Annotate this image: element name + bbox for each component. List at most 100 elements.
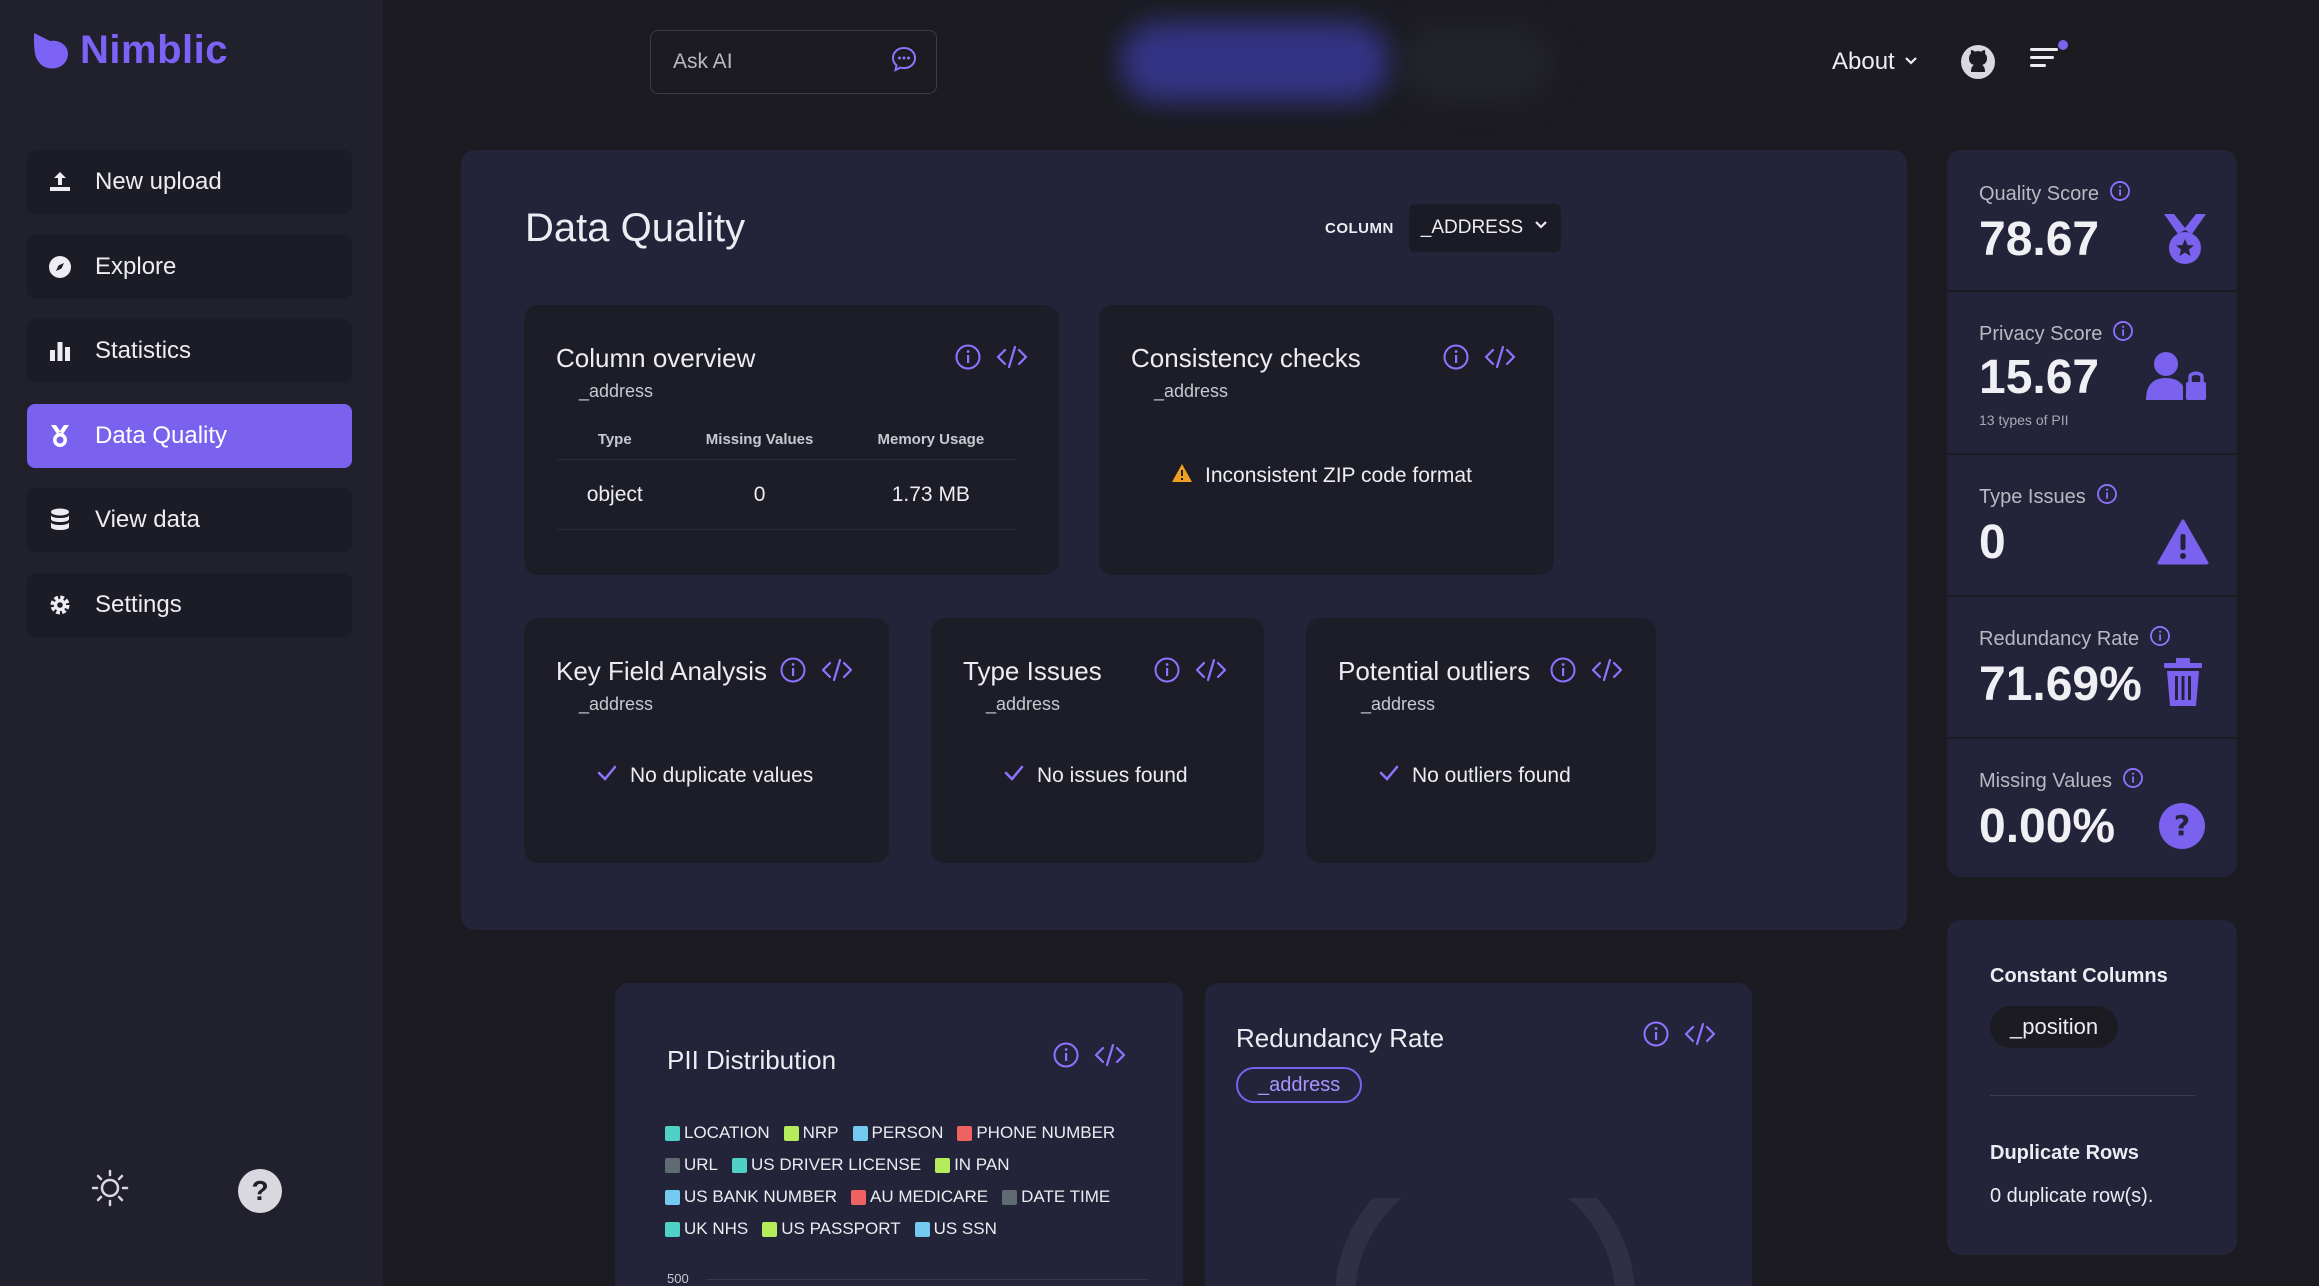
- legend-item[interactable]: US BANK NUMBER: [665, 1187, 837, 1207]
- metric-value: 0: [1979, 516, 2006, 569]
- legend-swatch: [1002, 1189, 1018, 1205]
- pii-distribution-card: PII Distribution LOCATION NRP PERSON PHONE …: [615, 983, 1183, 1286]
- constant-columns-title: Constant Columns: [1990, 965, 2168, 987]
- filter-menu-icon[interactable]: [2030, 40, 2070, 85]
- legend-item[interactable]: IN PAN: [935, 1155, 1009, 1175]
- metric-label: Type Issues: [1979, 483, 2118, 511]
- card-subtitle: _address: [579, 694, 654, 714]
- sun-icon[interactable]: [90, 1168, 130, 1213]
- info-icon[interactable]: [2096, 483, 2118, 511]
- svg-text:?: ?: [2174, 809, 2190, 842]
- redundancy-rate-card: Redundancy Rate _address: [1205, 983, 1752, 1286]
- sidebar-item-settings[interactable]: Settings: [27, 572, 352, 637]
- column-pill[interactable]: _address: [1236, 1067, 1363, 1103]
- legend-swatch: [732, 1157, 748, 1173]
- legend-label: URL: [684, 1155, 719, 1174]
- github-icon[interactable]: [1958, 42, 1998, 87]
- key-field-message: No duplicate values: [596, 763, 813, 789]
- legend-item[interactable]: DATE TIME: [1002, 1187, 1110, 1207]
- legend-item[interactable]: US SSN: [914, 1219, 997, 1239]
- info-icon[interactable]: [2149, 625, 2171, 653]
- code-icon[interactable]: [1195, 656, 1227, 689]
- metric-value: 78.67: [1979, 213, 2100, 266]
- upload-icon: [47, 169, 73, 195]
- legend-label: LOCATION: [684, 1123, 770, 1142]
- info-icon[interactable]: [1642, 1020, 1670, 1053]
- metric-label-text: Privacy Score: [1979, 322, 2103, 345]
- card-actions: [954, 343, 1028, 376]
- warning-icon: [1171, 463, 1193, 489]
- sidebar-item-new-upload[interactable]: New upload: [27, 150, 352, 214]
- code-icon[interactable]: [821, 656, 853, 689]
- legend-item[interactable]: URL: [665, 1155, 718, 1175]
- info-icon[interactable]: [2112, 320, 2134, 348]
- code-icon[interactable]: [1094, 1041, 1126, 1074]
- card-subtitle: _address: [579, 381, 654, 401]
- check-icon: [596, 763, 618, 789]
- info-icon[interactable]: [2109, 180, 2131, 208]
- app-name: Nimblic: [80, 28, 228, 72]
- legend-item[interactable]: UK NHS: [665, 1219, 748, 1239]
- gear-icon: [47, 592, 73, 618]
- outliers-message: No outliers found: [1378, 763, 1571, 789]
- table-header-cell: Memory Usage: [877, 431, 985, 448]
- user-lock-icon: [2144, 350, 2208, 407]
- info-icon[interactable]: [1153, 656, 1181, 689]
- column-overview-table: Type Missing Values Memory Usage object …: [556, 420, 1016, 530]
- sidebar: Nimblic New upload Explore Statistics Da…: [0, 0, 383, 1286]
- metric-sub: 13 types of PII: [1979, 412, 2069, 428]
- legend-item[interactable]: NRP: [783, 1123, 839, 1143]
- sidebar-item-label: New upload: [95, 168, 222, 195]
- legend-label: US BANK NUMBER: [684, 1187, 838, 1206]
- outliers-text: No outliers found: [1412, 764, 1571, 787]
- legend-item[interactable]: AU MEDICARE: [851, 1187, 988, 1207]
- chat-icon[interactable]: [890, 45, 918, 79]
- legend-item[interactable]: US PASSPORT: [762, 1219, 901, 1239]
- info-icon[interactable]: [1052, 1041, 1080, 1074]
- metric-label-text: Quality Score: [1979, 182, 2100, 205]
- code-icon[interactable]: [1684, 1020, 1716, 1053]
- help-icon[interactable]: ?: [238, 1168, 282, 1213]
- table-row: object 0 1.73 MB: [556, 460, 1016, 530]
- card-actions: [1153, 656, 1227, 689]
- code-icon[interactable]: [1484, 343, 1516, 376]
- code-icon[interactable]: [996, 343, 1028, 376]
- column-select[interactable]: _ADDRESS: [1409, 204, 1561, 252]
- legend-item[interactable]: PERSON: [852, 1123, 943, 1143]
- sidebar-item-explore[interactable]: Explore: [27, 234, 352, 299]
- redundancy-gauge: [1335, 1198, 1635, 1286]
- y-axis-tick: 500: [667, 1271, 689, 1286]
- key-field-text: No duplicate values: [630, 764, 814, 787]
- constant-column-chip[interactable]: _position: [1990, 1006, 2119, 1048]
- ask-ai-placeholder: Ask AI: [673, 50, 733, 73]
- info-icon[interactable]: [779, 656, 807, 689]
- code-icon[interactable]: [1591, 656, 1623, 689]
- legend-item[interactable]: US DRIVER LICENSE: [732, 1155, 921, 1175]
- check-icon: [1003, 763, 1025, 789]
- sidebar-item-view-data[interactable]: View data: [27, 488, 352, 552]
- info-icon[interactable]: [1549, 656, 1577, 689]
- legend-label: IN PAN: [954, 1155, 1010, 1174]
- app-root: Nimblic New upload Explore Statistics Da…: [0, 0, 2319, 1286]
- legend-item[interactable]: PHONE NUMBER: [957, 1123, 1115, 1143]
- gridline: [707, 1279, 1147, 1280]
- duplicate-rows-title: Duplicate Rows: [1990, 1142, 2139, 1164]
- about-menu[interactable]: About: [1832, 48, 1919, 76]
- about-label: About: [1832, 48, 1895, 75]
- sidebar-item-statistics[interactable]: Statistics: [27, 319, 352, 383]
- legend-swatch: [852, 1125, 868, 1141]
- info-icon[interactable]: [1442, 343, 1470, 376]
- info-icon[interactable]: [954, 343, 982, 376]
- card-subtitle: _address: [1361, 694, 1436, 714]
- medal-icon: [2160, 212, 2210, 271]
- app-logo[interactable]: Nimblic: [30, 28, 228, 73]
- sidebar-nav: New upload Explore Statistics Data Quali…: [27, 150, 352, 657]
- metric-value: 71.69%: [1979, 658, 2142, 711]
- legend-item[interactable]: LOCATION: [665, 1123, 770, 1143]
- sidebar-item-data-quality[interactable]: Data Quality: [27, 403, 352, 468]
- info-icon[interactable]: [2122, 767, 2144, 795]
- type-issues-message: No issues found: [1003, 763, 1188, 789]
- chart-legend: LOCATION NRP PERSON PHONE NUMBER URL US DRIVE…: [665, 1123, 1135, 1239]
- ask-ai-input[interactable]: Ask AI: [650, 30, 937, 94]
- constant-columns-panel: Constant Columns _position Duplicate Row…: [1947, 920, 2237, 1255]
